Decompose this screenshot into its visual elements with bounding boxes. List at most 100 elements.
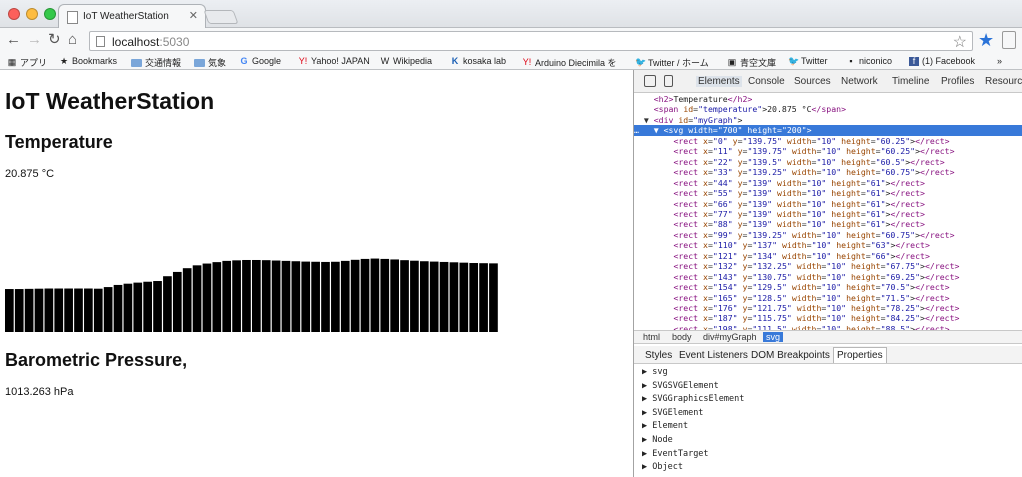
expand-triangle-icon[interactable]: ▶: [642, 449, 652, 459]
dom-node-line[interactable]: <h2>Temperature</h2>: [634, 94, 1022, 104]
dom-close-tag: </rect>: [890, 177, 925, 188]
bookmark-item[interactable]: f (1) Facebook: [909, 56, 975, 66]
bookmark-item[interactable]: Y! Arduino Diecimila を: [522, 56, 617, 69]
address-bar[interactable]: localhost:5030 ☆: [89, 31, 973, 51]
dom-node-line[interactable]: <rect x="55" y="139" width="10" height="…: [634, 188, 1022, 198]
sidebar-tab[interactable]: Properties: [833, 347, 887, 363]
expand-triangle-icon[interactable]: ▶: [642, 421, 652, 431]
dom-attr-value: "187": [712, 313, 738, 324]
dom-node-line[interactable]: <rect x="88" y="139" width="10" height="…: [634, 219, 1022, 229]
zoom-window-button[interactable]: [44, 8, 56, 20]
twitter-icon: 🐦: [788, 55, 800, 66]
dom-close-tag: </rect>: [890, 219, 925, 230]
dom-node-line[interactable]: <rect x="22" y="139.5" width="10" height…: [634, 157, 1022, 167]
dom-node-line[interactable]: <rect x="77" y="139" width="10" height="…: [634, 209, 1022, 219]
dom-node-line[interactable]: <rect x="66" y="139" width="10" height="…: [634, 199, 1022, 209]
bookmark-item[interactable]: Y! Yahoo! JAPAN: [298, 56, 370, 66]
bookmark-item[interactable]: 🐦 Twitter / ホーム: [635, 56, 709, 69]
property-item[interactable]: ▶ SVGGraphicsElement: [642, 394, 744, 404]
new-tab-button[interactable]: [203, 10, 239, 24]
dom-attr-name: y: [737, 156, 743, 167]
property-item[interactable]: ▶ Node: [642, 435, 673, 445]
bookmark-item[interactable]: Kkosaka lab: [450, 56, 506, 66]
dom-node-line[interactable]: ▼ <div id="myGraph">: [634, 115, 1022, 125]
bookmark-star-icon[interactable]: ☆: [953, 32, 967, 52]
reload-icon[interactable]: ↻: [48, 32, 61, 48]
dom-attr-value: "139.25": [747, 167, 787, 178]
devtools-tab[interactable]: Profiles: [941, 76, 974, 87]
bookmark-item[interactable]: ▣ 青空文庫: [727, 56, 776, 69]
bookmark-item[interactable]: 交通情報: [131, 56, 181, 69]
dom-node-line[interactable]: <span id="temperature">20.875 °C</span>: [634, 104, 1022, 114]
dom-node-line[interactable]: <rect x="165" y="128.5" width="10" heigh…: [634, 293, 1022, 303]
dom-attr-name: x: [703, 271, 708, 282]
expand-triangle-icon[interactable]: ▶: [642, 394, 652, 404]
dom-node-line[interactable]: <rect x="11" y="139.75" width="10" heigh…: [634, 146, 1022, 156]
inspect-element-icon[interactable]: [644, 75, 656, 87]
dom-node-line[interactable]: <rect x="110" y="137" width="10" height=…: [634, 240, 1022, 250]
dom-node-line[interactable]: <rect x="44" y="139" width="10" height="…: [634, 178, 1022, 188]
expand-triangle-icon[interactable]: ▶: [642, 381, 652, 391]
breadcrumb-item[interactable]: div#myGraph: [703, 332, 757, 342]
devtools-tab[interactable]: Console: [748, 76, 785, 87]
devtools-tab[interactable]: Elements: [696, 76, 742, 87]
url-text[interactable]: localhost:5030: [112, 35, 189, 49]
minimize-window-button[interactable]: [26, 8, 38, 20]
dom-node-line[interactable]: <rect x="33" y="139.25" width="10" heigh…: [634, 167, 1022, 177]
devtools-tab[interactable]: Network: [841, 76, 878, 87]
chart-bar: [84, 288, 93, 332]
browser-tab[interactable]: IoT WeatherStation ✕: [58, 4, 206, 29]
chart-bar: [212, 262, 222, 332]
device-mode-icon[interactable]: [664, 75, 673, 87]
bookmark-manager-star-icon[interactable]: ★: [978, 30, 994, 51]
sidebar-tab[interactable]: Styles: [645, 350, 672, 361]
browser-menu-icon[interactable]: [1002, 31, 1016, 49]
dom-node-line[interactable]: <rect x="132" y="132.25" width="10" heig…: [634, 261, 1022, 271]
dom-node-line[interactable]: <rect x="143" y="130.75" width="10" heig…: [634, 272, 1022, 282]
back-icon[interactable]: ←: [6, 32, 21, 48]
expand-triangle-icon[interactable]: ▶: [642, 408, 652, 418]
property-item[interactable]: ▶ SVGElement: [642, 408, 703, 418]
close-window-button[interactable]: [8, 8, 20, 20]
devtools-tab[interactable]: Resource: [985, 76, 1022, 87]
sidebar-tab[interactable]: Event Listeners: [679, 350, 748, 361]
property-item[interactable]: ▶ svg: [642, 367, 668, 377]
dom-node-line[interactable]: <rect x="154" y="129.5" width="10" heigh…: [634, 282, 1022, 292]
dom-node-line[interactable]: <rect x="121" y="134" width="10" height=…: [634, 251, 1022, 261]
close-tab-icon[interactable]: ✕: [189, 9, 198, 22]
bookmark-item[interactable]: ★ Bookmarks: [59, 56, 117, 66]
sidebar-tab[interactable]: DOM Breakpoints: [751, 350, 830, 361]
property-item[interactable]: ▶ Object: [642, 462, 683, 472]
bookmark-item[interactable]: 🐦 Twitter: [788, 56, 828, 66]
dom-node-line[interactable]: <rect x="176" y="121.75" width="10" heig…: [634, 303, 1022, 313]
devtools-tab[interactable]: Sources: [794, 76, 831, 87]
property-item[interactable]: ▶ EventTarget: [642, 449, 709, 459]
dom-attr-value: "84.25": [885, 313, 921, 324]
bookmark-item[interactable]: ▪ niconico: [846, 56, 892, 66]
breadcrumb-item[interactable]: body: [672, 332, 692, 342]
dom-attr-value: "71.5": [880, 292, 911, 303]
breadcrumb-item[interactable]: html: [643, 332, 660, 342]
bookmark-item[interactable]: G Google: [239, 56, 281, 66]
chart-bar: [469, 263, 479, 332]
property-item[interactable]: ▶ Element: [642, 421, 688, 431]
bookmark-item[interactable]: W Wikipedia: [380, 56, 432, 66]
dom-node-line[interactable]: … ▼ <svg width="700" height="200">: [634, 125, 1022, 136]
expand-triangle-icon[interactable]: ▶: [642, 435, 652, 445]
expand-triangle-icon[interactable]: ▶: [642, 462, 652, 472]
dom-node-line[interactable]: <rect x="0" y="139.75" width="10" height…: [634, 136, 1022, 146]
property-item[interactable]: ▶ SVGSVGElement: [642, 381, 719, 391]
bookmark-item[interactable]: ▦ アプリ: [7, 56, 47, 69]
dom-attr-value: "61": [865, 198, 886, 209]
dom-node-line[interactable]: <rect x="99" y="139.25" width="10" heigh…: [634, 230, 1022, 240]
expand-triangle-icon[interactable]: ▶: [642, 367, 652, 377]
forward-icon[interactable]: →: [27, 32, 42, 48]
bookmark-item[interactable]: 気象: [194, 56, 226, 69]
home-icon[interactable]: ⌂: [68, 32, 77, 48]
dom-tag: <svg: [663, 125, 684, 136]
dom-node-line[interactable]: <rect x="187" y="115.75" width="10" heig…: [634, 313, 1022, 323]
bookmarks-overflow-icon[interactable]: »: [997, 56, 1002, 66]
breadcrumb-item[interactable]: svg: [763, 332, 784, 342]
dom-attr-name: x: [703, 250, 708, 261]
devtools-tab[interactable]: Timeline: [892, 76, 929, 87]
